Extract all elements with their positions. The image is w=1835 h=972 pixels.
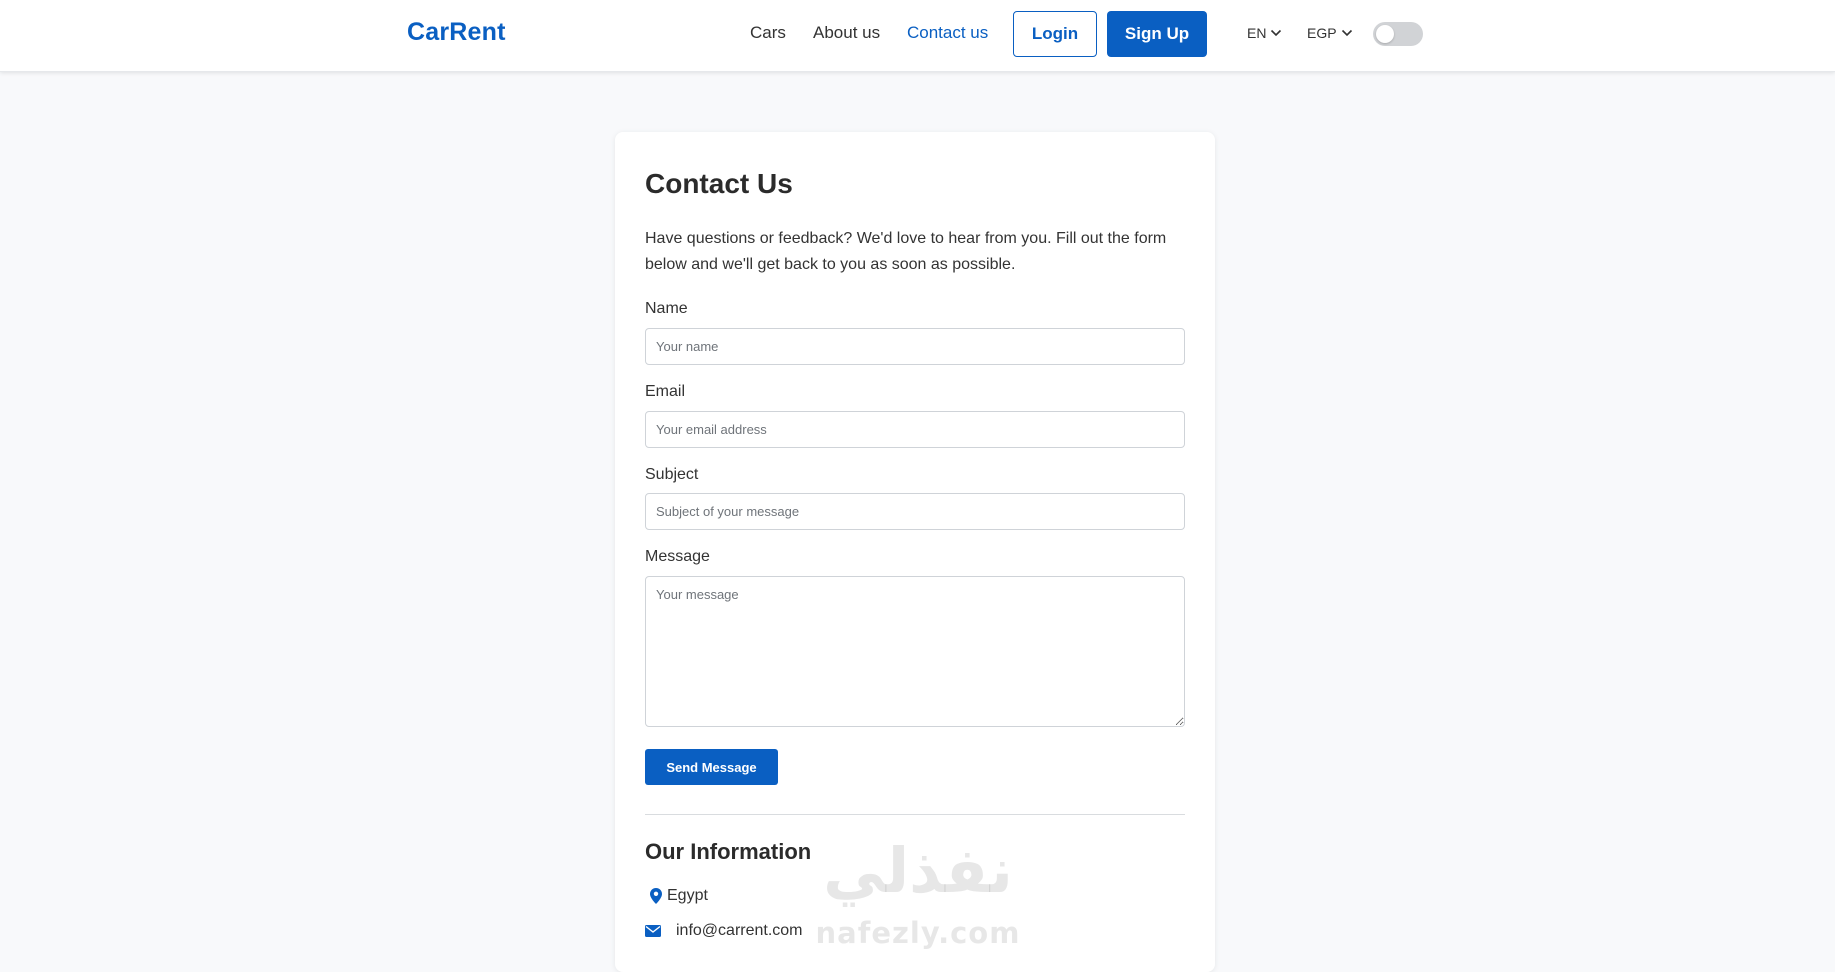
info-email: info@carrent.com [645, 922, 803, 940]
info-location: Egypt [645, 887, 708, 905]
send-message-button[interactable]: Send Message [645, 749, 778, 785]
nav-link-cars[interactable]: Cars [750, 23, 786, 43]
info-title: Our Information [645, 839, 812, 864]
envelope-icon [645, 925, 676, 937]
toggle-knob [1376, 25, 1394, 43]
page-title: Contact Us [645, 168, 793, 199]
brand-logo[interactable]: CarRent [407, 18, 506, 47]
email-input[interactable] [645, 411, 1185, 448]
nav-link-contact[interactable]: Contact us [907, 23, 988, 43]
signup-button[interactable]: Sign Up [1107, 11, 1207, 57]
top-navbar: CarRent Cars About us Contact us Login S… [0, 0, 1835, 72]
info-email-text[interactable]: info@carrent.com [676, 922, 803, 940]
intro-text: Have questions or feedback? We'd love to… [645, 230, 1167, 273]
language-select[interactable]: EN [1247, 25, 1282, 41]
chevron-down-icon [1271, 29, 1282, 37]
subject-label: Subject [645, 466, 699, 483]
currency-select[interactable]: EGP [1307, 25, 1353, 41]
map-pin-icon [645, 888, 667, 904]
info-location-text: Egypt [667, 887, 708, 904]
chevron-down-icon [1341, 29, 1352, 37]
subject-input[interactable] [645, 493, 1185, 530]
section-divider [645, 814, 1185, 815]
name-label: Name [645, 300, 688, 317]
message-textarea[interactable] [645, 576, 1185, 727]
language-value: EN [1247, 25, 1267, 41]
email-label: Email [645, 383, 686, 400]
theme-toggle[interactable] [1373, 22, 1423, 46]
login-button[interactable]: Login [1013, 11, 1097, 57]
name-input[interactable] [645, 328, 1185, 365]
nav-link-about[interactable]: About us [813, 23, 880, 43]
contact-card: Contact Us Have questions or feedback? W… [615, 132, 1215, 972]
message-label: Message [645, 548, 710, 565]
currency-value: EGP [1307, 25, 1337, 41]
